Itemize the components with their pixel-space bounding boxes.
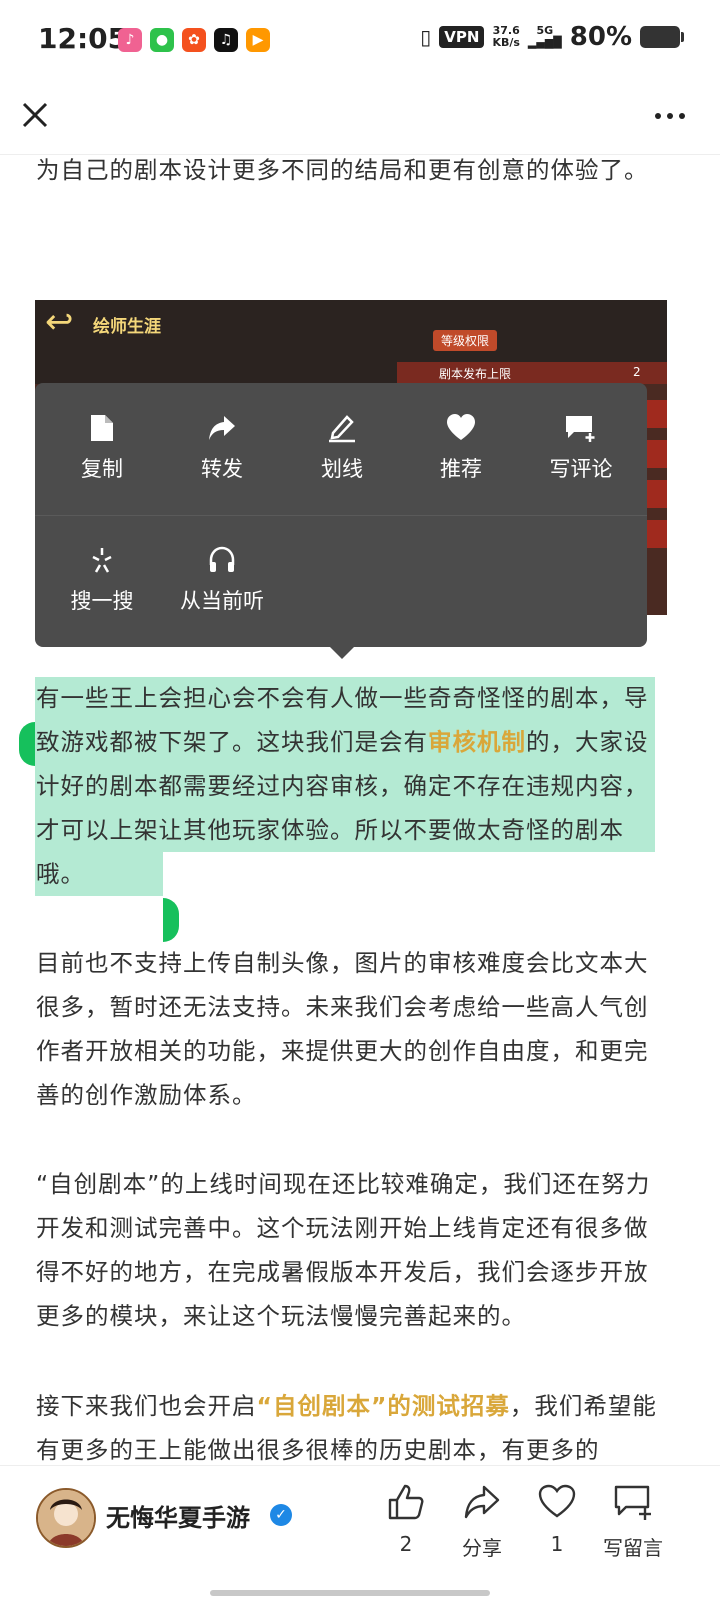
- vpn-badge: VPN: [439, 26, 485, 48]
- top-bar: [0, 84, 720, 155]
- image-row-value: 2: [633, 365, 641, 379]
- signal-bars-icon: ▂▄▆█: [527, 36, 562, 49]
- share-arrow-icon: [464, 1485, 500, 1519]
- status-bar: 12:05 ♪ ● ✿ ♫ ▶ ▯ VPN 37.6 KB/s 5G ▂▄▆█ …: [0, 0, 720, 84]
- document-icon: [91, 415, 113, 441]
- paragraph-3-container: 目前也不支持上传自制头像，图片的审核难度会比文本大很多，暂时还无法支持。未来我们…: [36, 941, 665, 1117]
- paragraph-3: 目前也不支持上传自制头像，图片的审核难度会比文本大很多，暂时还无法支持。未来我们…: [36, 949, 649, 1109]
- music-app-icon: ♪: [118, 28, 142, 52]
- notification-icons: ♪ ● ✿ ♫ ▶: [118, 28, 270, 52]
- selection-start-handle[interactable]: [19, 722, 35, 766]
- share-label: 分享: [462, 1536, 502, 1560]
- write-message-button[interactable]: 写留言: [593, 1482, 673, 1561]
- forward-label: 转发: [201, 457, 243, 481]
- paragraph-2-container: 有一些王上会担心会不会有人做一些奇奇怪怪的剧本，导致游戏都被下架了。这块我们是会…: [36, 676, 665, 896]
- signal-indicator: 5G ▂▄▆█: [528, 25, 562, 49]
- paragraph-5: 接下来我们也会开启“自创剧本”的测试招募，我们希望能有更多的王上能做出很多很棒的…: [36, 1384, 665, 1472]
- pen-icon: [329, 415, 355, 443]
- like-count: 2: [399, 1532, 413, 1556]
- player-app-icon: ▶: [246, 28, 270, 52]
- bottom-action-bar: 无悔华夏手游 ✓ 2 分享 1 写留言: [0, 1465, 720, 1609]
- image-row-label: 剧本发布上限: [439, 367, 512, 381]
- close-icon: [22, 102, 48, 128]
- image-row: 剧本发布上限 2: [397, 362, 667, 384]
- battery-percent: 80%: [569, 22, 632, 52]
- search-spark-icon: [92, 548, 112, 573]
- underline-button[interactable]: 划线: [282, 413, 402, 483]
- battery-icon: [640, 26, 684, 48]
- forward-arrow-icon: [209, 416, 235, 440]
- copy-button[interactable]: 复制: [42, 413, 162, 483]
- network-speed: 37.6 KB/s: [492, 25, 519, 49]
- verified-badge-icon: ✓: [270, 1504, 292, 1526]
- underline-label: 划线: [321, 457, 363, 481]
- review-mechanism-highlight[interactable]: 审核机制: [428, 728, 526, 756]
- author-name[interactable]: 无悔华夏手游: [106, 1498, 250, 1533]
- share-button[interactable]: 分享: [442, 1482, 522, 1561]
- selection-popup-menu: 复制 转发 划线 推荐 写评论 搜一搜 从当前听: [35, 383, 647, 647]
- image-label: 等级权限: [433, 330, 498, 351]
- home-indicator[interactable]: [210, 1590, 490, 1596]
- paragraph-5-container: 接下来我们也会开启“自创剧本”的测试招募，我们希望能有更多的王上能做出很多很棒的…: [36, 1384, 665, 1472]
- forward-button[interactable]: 转发: [162, 413, 282, 483]
- search-label: 搜一搜: [70, 589, 134, 613]
- network-speed-unit: KB/s: [492, 36, 520, 49]
- tiktok-icon: ♫: [214, 28, 238, 52]
- more-dots-icon: [655, 113, 685, 119]
- search-button[interactable]: 搜一搜: [42, 545, 162, 615]
- thumbs-up-icon: [388, 1484, 424, 1520]
- author-avatar[interactable]: [36, 1488, 96, 1548]
- comment-add-icon: [566, 416, 595, 442]
- paragraph-4-container: “自创剧本”的上线时间现在还比较难确定，我们还在努力开发和测试完善中。这个玩法刚…: [36, 1162, 665, 1338]
- write-comment-button[interactable]: 写评论: [521, 413, 641, 483]
- copy-label: 复制: [81, 457, 123, 481]
- comment-plus-icon: [614, 1485, 651, 1520]
- article-body: 为自己的剧本设计更多不同的结局和更有创意的体验了。: [36, 148, 665, 192]
- close-button[interactable]: [18, 98, 58, 138]
- back-arrow-icon: ↩: [45, 302, 74, 342]
- video-app-icon: ✿: [182, 28, 206, 52]
- recommend-action-button[interactable]: 1: [517, 1482, 597, 1556]
- wechat-icon: ●: [150, 28, 174, 52]
- paragraph-5-text-a: 接下来我们也会开启: [36, 1392, 257, 1420]
- popup-divider: [35, 515, 647, 516]
- recommend-label: 推荐: [440, 457, 482, 481]
- test-recruit-highlight[interactable]: “自创剧本”的测试招募: [257, 1392, 510, 1420]
- recommend-count: 1: [550, 1532, 564, 1556]
- clock: 12:05: [38, 22, 128, 55]
- listen-button[interactable]: 从当前听: [162, 545, 282, 615]
- heart-icon: [447, 414, 475, 440]
- heart-outline-icon: [538, 1484, 576, 1518]
- write-comment-label: 写评论: [549, 457, 613, 481]
- paragraph-2: 有一些王上会担心会不会有人做一些奇奇怪怪的剧本，导致游戏都被下架了。这块我们是会…: [36, 676, 665, 896]
- selection-end-handle[interactable]: [163, 898, 179, 942]
- paragraph-1: 为自己的剧本设计更多不同的结局和更有创意的体验了。: [36, 156, 649, 184]
- listen-label: 从当前听: [180, 589, 264, 613]
- paragraph-4: “自创剧本”的上线时间现在还比较难确定，我们还在努力开发和测试完善中。这个玩法刚…: [36, 1170, 651, 1330]
- recommend-button[interactable]: 推荐: [401, 413, 521, 483]
- avatar-portrait-icon: [38, 1490, 94, 1546]
- popup-pointer: [330, 647, 354, 659]
- headphones-icon: [209, 546, 235, 572]
- more-options-button[interactable]: [652, 106, 692, 130]
- vibrate-icon: ▯: [420, 25, 432, 49]
- like-button[interactable]: 2: [366, 1482, 446, 1556]
- image-title: 绘师生涯: [93, 317, 161, 337]
- write-message-label: 写留言: [603, 1536, 663, 1560]
- status-indicators: ▯ VPN 37.6 KB/s 5G ▂▄▆█ 80%: [420, 22, 684, 52]
